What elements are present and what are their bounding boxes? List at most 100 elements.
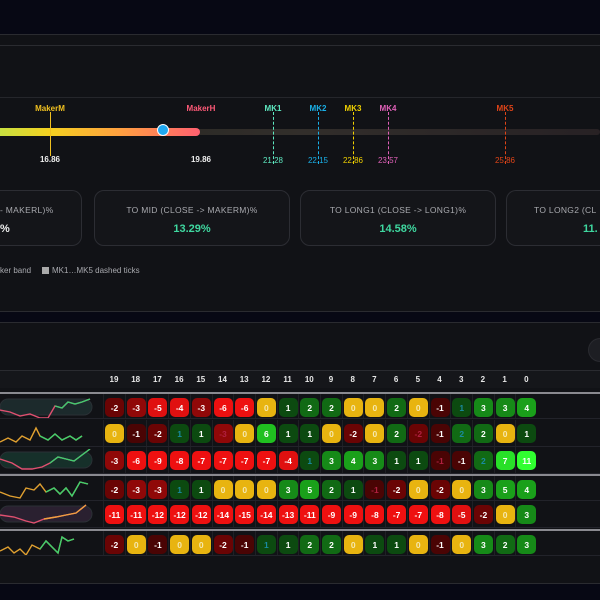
heat-cell[interactable]: -1 <box>126 424 146 443</box>
heat-cell[interactable]: -1 <box>235 535 255 554</box>
heat-cell[interactable]: 1 <box>300 451 320 470</box>
heat-cell[interactable]: -11 <box>126 505 146 524</box>
heat-cell[interactable]: 0 <box>408 535 428 554</box>
heat-cell[interactable]: 3 <box>473 480 493 499</box>
column-header[interactable]: 0 <box>516 375 536 384</box>
current-price-knob[interactable] <box>157 124 169 136</box>
heat-cell[interactable]: -7 <box>191 451 211 470</box>
heat-cell[interactable]: -7 <box>387 505 407 524</box>
heat-cell[interactable]: -12 <box>170 505 190 524</box>
heat-cell[interactable]: 1 <box>387 451 407 470</box>
heat-cell[interactable]: 5 <box>300 480 320 499</box>
column-header[interactable]: 10 <box>299 375 319 384</box>
column-header[interactable]: 16 <box>169 375 189 384</box>
column-header[interactable]: 15 <box>191 375 211 384</box>
heat-cell[interactable]: 1 <box>278 424 298 443</box>
heat-cell[interactable]: 1 <box>278 535 298 554</box>
heat-cell[interactable]: 2 <box>452 424 472 443</box>
heat-cell[interactable]: 2 <box>387 424 407 443</box>
heat-cell[interactable]: 2 <box>322 535 341 554</box>
heat-cell[interactable]: -12 <box>148 505 168 524</box>
heat-cell[interactable]: -4 <box>170 398 190 417</box>
heat-cell[interactable]: -1 <box>430 451 450 470</box>
column-header[interactable]: 7 <box>364 375 384 384</box>
heat-cell[interactable]: 1 <box>387 535 407 554</box>
heat-cell[interactable]: 1 <box>191 424 211 443</box>
heat-cell[interactable]: -6 <box>126 451 146 470</box>
heat-cell[interactable]: -7 <box>408 505 428 524</box>
heat-cell[interactable]: 0 <box>105 424 124 443</box>
heat-cell[interactable]: -1 <box>365 480 385 499</box>
heat-cell[interactable]: -2 <box>387 480 407 499</box>
heat-cell[interactable]: -11 <box>300 505 320 524</box>
heat-cell[interactable]: -8 <box>365 505 385 524</box>
column-header[interactable]: 14 <box>213 375 233 384</box>
heat-cell[interactable]: 1 <box>170 424 190 443</box>
heat-cell[interactable]: -14 <box>256 505 276 524</box>
heat-cell[interactable]: 0 <box>213 480 233 499</box>
heat-cell[interactable]: 0 <box>191 535 211 554</box>
heat-cell[interactable]: 0 <box>256 398 276 417</box>
heat-cell[interactable]: -2 <box>105 480 124 499</box>
column-header[interactable]: 6 <box>386 375 406 384</box>
heat-cell[interactable]: 1 <box>256 535 276 554</box>
heat-cell[interactable]: -5 <box>148 398 168 417</box>
column-header[interactable]: 8 <box>343 375 363 384</box>
heat-cell[interactable]: 3 <box>278 480 298 499</box>
heat-cell[interactable]: -14 <box>213 505 233 524</box>
heat-cell[interactable]: -9 <box>322 505 341 524</box>
heat-cell[interactable]: 5 <box>495 480 515 499</box>
column-header[interactable]: 12 <box>256 375 276 384</box>
heat-cell[interactable]: -2 <box>213 535 233 554</box>
heat-cell[interactable]: 4 <box>343 451 363 470</box>
heat-cell[interactable]: 1 <box>365 535 385 554</box>
heat-cell[interactable]: -6 <box>213 398 233 417</box>
heat-cell[interactable]: -2 <box>148 424 168 443</box>
heat-cell[interactable]: 0 <box>235 424 255 443</box>
heat-cell[interactable]: 3 <box>322 451 341 470</box>
heat-cell[interactable]: -3 <box>126 480 146 499</box>
heat-cell[interactable]: -4 <box>278 451 298 470</box>
heat-cell[interactable]: 1 <box>452 398 472 417</box>
heat-cell[interactable]: -1 <box>452 451 472 470</box>
heat-cell[interactable]: -2 <box>105 535 124 554</box>
heat-cell[interactable]: 0 <box>408 398 428 417</box>
heat-cell[interactable]: 3 <box>473 535 493 554</box>
heat-cell[interactable]: 0 <box>408 480 428 499</box>
heat-cell[interactable]: -2 <box>473 505 493 524</box>
heat-cell[interactable]: 2 <box>387 398 407 417</box>
heat-cell[interactable]: -7 <box>213 451 233 470</box>
heat-cell[interactable]: -8 <box>430 505 450 524</box>
heat-cell[interactable]: 0 <box>126 535 146 554</box>
heat-cell[interactable]: 0 <box>452 480 472 499</box>
column-header[interactable]: 1 <box>495 375 515 384</box>
heat-cell[interactable]: -7 <box>256 451 276 470</box>
heat-cell[interactable]: 1 <box>300 424 320 443</box>
heat-cell[interactable]: 1 <box>408 451 428 470</box>
column-header[interactable]: 13 <box>234 375 254 384</box>
heat-cell[interactable]: -2 <box>105 398 124 417</box>
heat-cell[interactable]: -1 <box>148 535 168 554</box>
column-header[interactable]: 5 <box>408 375 428 384</box>
column-header[interactable]: 3 <box>451 375 471 384</box>
heat-cell[interactable]: -11 <box>105 505 124 524</box>
column-header[interactable]: 17 <box>147 375 167 384</box>
heat-cell[interactable]: 1 <box>343 480 363 499</box>
heat-cell[interactable]: 1 <box>517 424 537 443</box>
heat-cell[interactable]: 0 <box>343 398 363 417</box>
heat-cell[interactable]: -3 <box>191 398 211 417</box>
heat-cell[interactable]: 3 <box>517 505 537 524</box>
heat-cell[interactable]: -1 <box>430 535 450 554</box>
heat-cell[interactable]: 0 <box>495 424 515 443</box>
heat-cell[interactable]: 2 <box>473 424 493 443</box>
heat-cell[interactable]: -2 <box>343 424 363 443</box>
column-header[interactable]: 18 <box>126 375 146 384</box>
heat-cell[interactable]: 7 <box>495 451 515 470</box>
heat-cell[interactable]: -12 <box>191 505 211 524</box>
heat-cell[interactable]: 1 <box>170 480 190 499</box>
heat-cell[interactable]: -15 <box>235 505 255 524</box>
heat-cell[interactable]: -2 <box>430 480 450 499</box>
heat-cell[interactable]: -2 <box>408 424 428 443</box>
heat-cell[interactable]: -5 <box>452 505 472 524</box>
heat-cell[interactable]: 0 <box>256 480 276 499</box>
